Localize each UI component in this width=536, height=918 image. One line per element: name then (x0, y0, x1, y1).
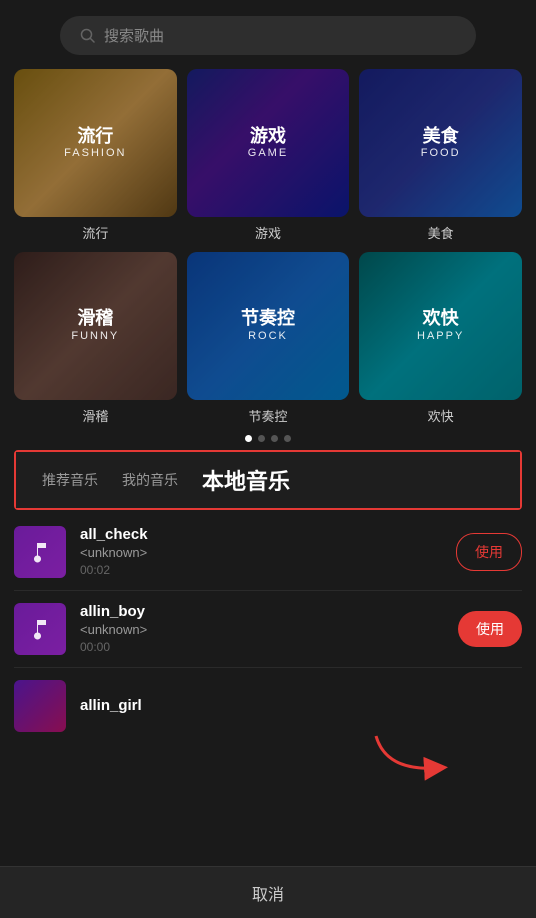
music-title-allin-girl: allin_girl (80, 697, 444, 714)
use-button-all-check[interactable]: 使用 (456, 533, 522, 571)
genre-item-happy[interactable]: 欢快 HAPPY 欢快 (359, 252, 522, 425)
music-info-all-check: all_check <unknown> 00:02 (80, 526, 442, 577)
tab-mine[interactable]: 我的音乐 (110, 466, 190, 494)
pagination-dots (0, 425, 536, 450)
genre-label-game: 游戏 (255, 223, 281, 242)
genre-card-game[interactable]: 游戏 GAME (187, 69, 350, 217)
genre-text-food: 美食 FOOD (421, 126, 461, 161)
music-title-allin-boy: allin_boy (80, 603, 444, 620)
music-duration-allin-boy: 00:00 (80, 640, 444, 654)
genre-text-fashion: 流行 FASHION (64, 126, 126, 161)
music-item-all-check: all_check <unknown> 00:02 使用 (14, 514, 522, 591)
genre-card-food[interactable]: 美食 FOOD (359, 69, 522, 217)
genre-text-game: 游戏 GAME (248, 126, 288, 161)
genre-card-fashion[interactable]: 流行 FASHION (14, 69, 177, 217)
music-duration-all-check: 00:02 (80, 563, 442, 577)
music-note-icon-2 (28, 617, 52, 641)
genre-label-rock: 节奏控 (248, 406, 287, 425)
genre-text-rock: 节奏控 ROCK (241, 308, 295, 343)
genre-text-happy: 欢快 HAPPY (417, 308, 464, 343)
genre-label-funny: 滑稽 (82, 406, 108, 425)
genre-label-fashion: 流行 (82, 223, 108, 242)
genre-item-game[interactable]: 游戏 GAME 游戏 (187, 69, 350, 242)
dot-4[interactable] (284, 435, 291, 442)
tab-recommend[interactable]: 推荐音乐 (30, 466, 110, 494)
music-info-allin-girl: allin_girl (80, 697, 444, 714)
genre-item-rock[interactable]: 节奏控 ROCK 节奏控 (187, 252, 350, 425)
genre-card-happy[interactable]: 欢快 HAPPY (359, 252, 522, 400)
music-info-allin-boy: allin_boy <unknown> 00:00 (80, 603, 444, 654)
music-artist-all-check: <unknown> (80, 545, 442, 560)
music-thumb-all-check (14, 526, 66, 578)
dot-2[interactable] (258, 435, 265, 442)
search-placeholder: 搜索歌曲 (104, 25, 164, 46)
music-item-allin-boy: allin_boy <unknown> 00:00 使用 (14, 591, 522, 668)
music-artist-allin-boy: <unknown> (80, 622, 444, 637)
search-input-wrap[interactable]: 搜索歌曲 (60, 16, 476, 55)
genre-item-food[interactable]: 美食 FOOD 美食 (359, 69, 522, 242)
genre-label-happy: 欢快 (428, 406, 454, 425)
music-item-allin-girl: allin_girl 使用 (14, 668, 522, 744)
genre-card-rock[interactable]: 节奏控 ROCK (187, 252, 350, 400)
genre-text-funny: 滑稽 FUNNY (71, 308, 119, 343)
search-icon (80, 28, 96, 44)
tab-local[interactable]: 本地音乐 (190, 460, 302, 500)
tab-row: 推荐音乐 我的音乐 本地音乐 (16, 452, 520, 508)
genre-label-food: 美食 (428, 223, 454, 242)
tab-row-wrap: 推荐音乐 我的音乐 本地音乐 (14, 450, 522, 510)
genre-item-funny[interactable]: 滑稽 FUNNY 滑稽 (14, 252, 177, 425)
bottom-cancel[interactable]: 取消 (0, 866, 536, 918)
dot-1[interactable] (245, 435, 252, 442)
genre-grid: 流行 FASHION 流行 游戏 GAME 游戏 美食 FOOD 美食 (0, 69, 536, 425)
music-list: all_check <unknown> 00:02 使用 allin_boy <… (0, 514, 536, 744)
genre-item-fashion[interactable]: 流行 FASHION 流行 (14, 69, 177, 242)
music-title-all-check: all_check (80, 526, 442, 543)
music-note-icon (28, 540, 52, 564)
genre-card-funny[interactable]: 滑稽 FUNNY (14, 252, 177, 400)
music-thumb-allin-girl (14, 680, 66, 732)
dot-3[interactable] (271, 435, 278, 442)
music-thumb-allin-boy (14, 603, 66, 655)
search-bar: 搜索歌曲 (0, 0, 536, 69)
use-button-allin-boy[interactable]: 使用 (458, 611, 522, 647)
cancel-label[interactable]: 取消 (252, 881, 284, 905)
